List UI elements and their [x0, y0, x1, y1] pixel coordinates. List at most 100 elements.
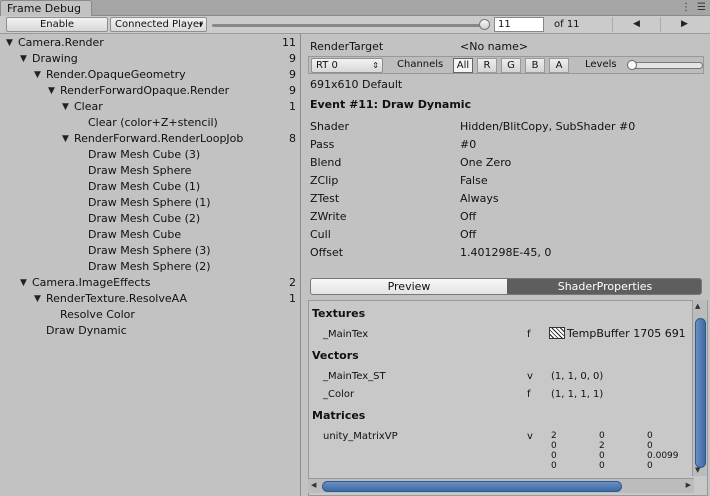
matrix-cell: 2	[551, 431, 557, 441]
enable-button[interactable]: Enable	[6, 17, 108, 32]
vector-name: _MainTex_ST	[323, 371, 386, 382]
event-title: Event #11: Draw Dynamic	[310, 98, 472, 111]
chevron-down-icon: ▾	[198, 20, 203, 29]
scroll-up-icon[interactable]: ▲	[695, 302, 700, 310]
tree-row[interactable]: ▼ Camera.Render 11	[0, 35, 300, 51]
matrix-cell: 0	[647, 461, 653, 471]
detail-key: ZTest	[310, 192, 340, 205]
tree-row-label: Draw Mesh Cube	[88, 228, 182, 241]
matrix-cell: 0	[551, 461, 557, 471]
vector-type: f	[527, 389, 531, 400]
expand-triangle-icon[interactable]: ▼	[62, 131, 72, 147]
detail-key: ZClip	[310, 174, 339, 187]
vertical-scroll-thumb[interactable]	[695, 318, 706, 468]
matrix-cell: 0	[551, 451, 557, 461]
tree-row-count: 9	[289, 68, 296, 81]
channel-g-button[interactable]: G	[501, 58, 521, 73]
event-tree-panel: ▼ Camera.Render 11 ▼ Drawing 9 ▼ Render.OpaqueG…	[0, 34, 301, 496]
channel-r-button[interactable]: R	[477, 58, 497, 73]
prev-event-button[interactable]: ◀	[612, 17, 660, 32]
scroll-down-icon[interactable]: ▼	[695, 466, 700, 474]
scroll-left-icon[interactable]: ◀	[311, 481, 316, 489]
levels-slider-handle[interactable]	[627, 60, 637, 70]
tree-row[interactable]: Resolve Color	[0, 307, 300, 323]
texture-thumbnail-icon[interactable]	[549, 327, 565, 339]
properties-horizontal-scrollbar[interactable]: ◀ ▶	[308, 478, 694, 493]
matrix-cell: 0	[551, 441, 557, 451]
tree-row[interactable]: Draw Mesh Cube (2)	[0, 211, 300, 227]
matrix-cell: 0.0099	[647, 451, 679, 461]
tree-row[interactable]: Draw Mesh Cube (1)	[0, 179, 300, 195]
resolution-label: 691x610 Default	[310, 78, 403, 91]
channel-b-button[interactable]: B	[525, 58, 545, 73]
matrix-cell: 0	[599, 431, 605, 441]
vectors-header: Vectors	[312, 349, 359, 362]
rt-dropdown-label: RT 0	[316, 60, 338, 71]
matrix-cell: 0	[647, 431, 653, 441]
tree-row[interactable]: Draw Mesh Cube	[0, 227, 300, 243]
expand-triangle-icon[interactable]: ▼	[20, 275, 30, 291]
tree-row-count: 9	[289, 84, 296, 97]
tree-row[interactable]: ▼ Drawing 9	[0, 51, 300, 67]
levels-label: Levels	[585, 59, 617, 70]
detail-key: ZWrite	[310, 210, 347, 223]
tree-row-label: RenderTexture.ResolveAA	[46, 292, 187, 305]
rt-dropdown[interactable]: RT 0 ⇕	[311, 58, 383, 73]
levels-slider[interactable]	[631, 62, 703, 69]
tree-row-label: Resolve Color	[60, 308, 135, 321]
expand-triangle-icon[interactable]: ▼	[34, 67, 44, 83]
event-slider[interactable]	[212, 24, 488, 27]
tree-row[interactable]: Draw Mesh Sphere (3)	[0, 243, 300, 259]
next-event-button[interactable]: ▶	[660, 17, 708, 32]
tree-row-label: Draw Mesh Sphere (2)	[88, 260, 211, 273]
tree-row-label: Draw Dynamic	[46, 324, 127, 337]
expand-triangle-icon[interactable]: ▼	[34, 291, 44, 307]
matrix-cell: 0	[599, 451, 605, 461]
channel-all-button[interactable]: All	[453, 58, 473, 73]
expand-triangle-icon[interactable]: ▼	[20, 51, 30, 67]
tree-row[interactable]: Draw Mesh Sphere (2)	[0, 259, 300, 275]
player-dropdown-label: Connected Player	[115, 19, 204, 30]
detail-value: Off	[460, 228, 477, 241]
channel-a-button[interactable]: A	[549, 58, 569, 73]
toolbar: Enable Connected Player ▾ 11 of 11 ◀ ▶	[0, 16, 710, 34]
tree-row[interactable]: ▼ Camera.ImageEffects 2	[0, 275, 300, 291]
tree-row[interactable]: ▼ Clear 1	[0, 99, 300, 115]
tree-row-count: 2	[289, 276, 296, 289]
vector-value: (1, 1, 0, 0)	[551, 371, 604, 382]
detail-value: 1.401298E-45, 0	[460, 246, 552, 259]
tree-row[interactable]: Draw Mesh Sphere (1)	[0, 195, 300, 211]
tree-row[interactable]: ▼ RenderForwardOpaque.Render 9	[0, 83, 300, 99]
detail-key: Blend	[310, 156, 342, 169]
tree-row-label: Clear	[74, 100, 103, 113]
options-icon[interactable]: ☰	[697, 2, 706, 13]
event-index-field[interactable]: 11	[494, 17, 544, 32]
textures-header: Textures	[312, 307, 366, 320]
detail-key: Cull	[310, 228, 331, 241]
tree-row-label: RenderForwardOpaque.Render	[60, 84, 230, 97]
tab-shader-properties[interactable]: ShaderProperties	[507, 279, 701, 294]
tree-row[interactable]: ▼ RenderTexture.ResolveAA 1	[0, 291, 300, 307]
tree-row[interactable]: ▼ Render.OpaqueGeometry 9	[0, 67, 300, 83]
horizontal-scroll-thumb[interactable]	[322, 481, 622, 492]
shader-properties-list: Textures _MainTex f TempBuffer 1705 691 …	[308, 300, 708, 496]
expand-triangle-icon[interactable]: ▼	[62, 99, 72, 115]
tree-row-label: Draw Mesh Cube (2)	[88, 212, 201, 225]
tab-frame-debug[interactable]: Frame Debug	[0, 0, 92, 17]
expand-triangle-icon[interactable]: ▼	[48, 83, 58, 99]
tree-row[interactable]: Draw Mesh Sphere	[0, 163, 300, 179]
properties-vertical-scrollbar[interactable]: ▲ ▼	[692, 300, 707, 476]
event-slider-handle[interactable]	[479, 19, 490, 30]
tree-row[interactable]: Draw Mesh Cube (3)	[0, 147, 300, 163]
detail-key: Offset	[310, 246, 344, 259]
menu-icon[interactable]: ⋮	[681, 2, 691, 13]
player-dropdown[interactable]: Connected Player ▾	[110, 17, 207, 32]
tree-row[interactable]: Draw Dynamic	[0, 323, 300, 339]
tree-row[interactable]: ▼ RenderForward.RenderLoopJob 8	[0, 131, 300, 147]
tree-row[interactable]: Clear (color+Z+stencil)	[0, 115, 300, 131]
texture-value: TempBuffer 1705 691	[567, 327, 686, 340]
scroll-right-icon[interactable]: ▶	[686, 481, 691, 489]
tree-row-label: Draw Mesh Cube (1)	[88, 180, 201, 193]
tab-preview[interactable]: Preview	[311, 279, 507, 294]
expand-triangle-icon[interactable]: ▼	[6, 35, 16, 51]
